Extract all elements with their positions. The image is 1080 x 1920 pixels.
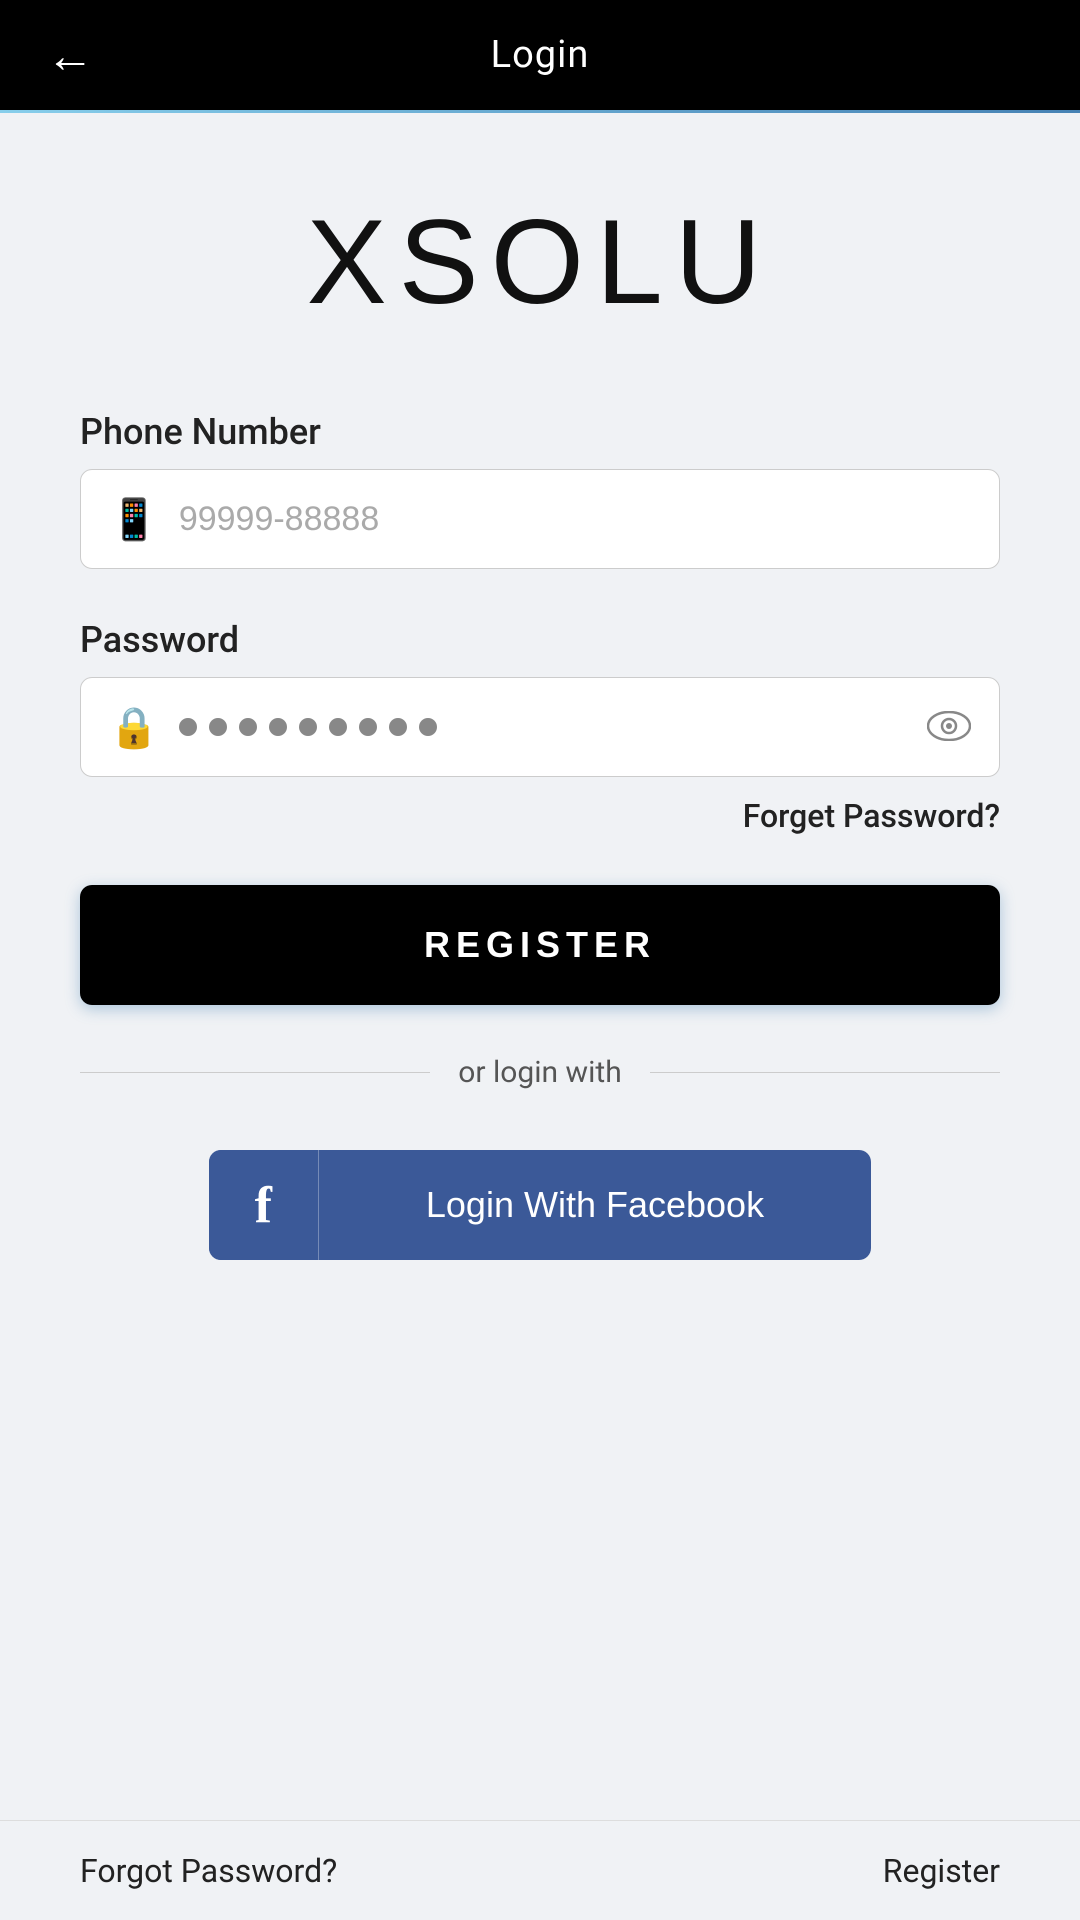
phone-label: Phone Number — [80, 411, 1000, 453]
dot-9 — [419, 718, 437, 736]
phone-input-wrapper: 📱 — [80, 469, 1000, 569]
back-arrow-icon: ← — [46, 27, 94, 84]
password-label: Password — [80, 619, 1000, 661]
dot-5 — [299, 718, 317, 736]
divider-line-right — [650, 1072, 1000, 1074]
eye-icon[interactable] — [927, 704, 971, 751]
dot-4 — [269, 718, 287, 736]
password-dots — [179, 718, 917, 736]
divider-row: or login with — [80, 1055, 1000, 1090]
facebook-icon-section: f — [209, 1150, 319, 1260]
phone-icon: 📱 — [109, 496, 159, 543]
facebook-login-button[interactable]: f Login With Facebook — [209, 1150, 871, 1260]
app-logo: XSOLU — [307, 195, 774, 329]
logo-container: XSOLU — [307, 193, 774, 331]
dot-2 — [209, 718, 227, 736]
forget-password-row: Forget Password? — [80, 797, 1000, 835]
bottom-bar: Forgot Password? Register — [0, 1820, 1080, 1920]
divider-line-left — [80, 1072, 430, 1074]
facebook-label: Login With Facebook — [319, 1184, 871, 1226]
phone-input[interactable] — [179, 500, 971, 539]
main-content: XSOLU Phone Number 📱 Password 🔒 — [0, 113, 1080, 1820]
divider-text: or login with — [430, 1055, 649, 1090]
login-form: Phone Number 📱 Password 🔒 — [80, 411, 1000, 1260]
top-navigation-bar: ← Login — [0, 0, 1080, 110]
password-input-wrapper: 🔒 — [80, 677, 1000, 777]
dot-1 — [179, 718, 197, 736]
register-button[interactable]: REGISTER — [80, 885, 1000, 1005]
dot-3 — [239, 718, 257, 736]
lock-icon: 🔒 — [109, 704, 159, 751]
bottom-forgot-password[interactable]: Forgot Password? — [80, 1852, 337, 1890]
dot-7 — [359, 718, 377, 736]
page-title: Login — [491, 33, 590, 77]
facebook-icon: f — [255, 1176, 272, 1235]
dot-6 — [329, 718, 347, 736]
back-button[interactable]: ← — [40, 25, 100, 85]
bottom-register[interactable]: Register — [883, 1852, 1000, 1890]
dot-8 — [389, 718, 407, 736]
forget-password-link[interactable]: Forget Password? — [743, 797, 1000, 835]
